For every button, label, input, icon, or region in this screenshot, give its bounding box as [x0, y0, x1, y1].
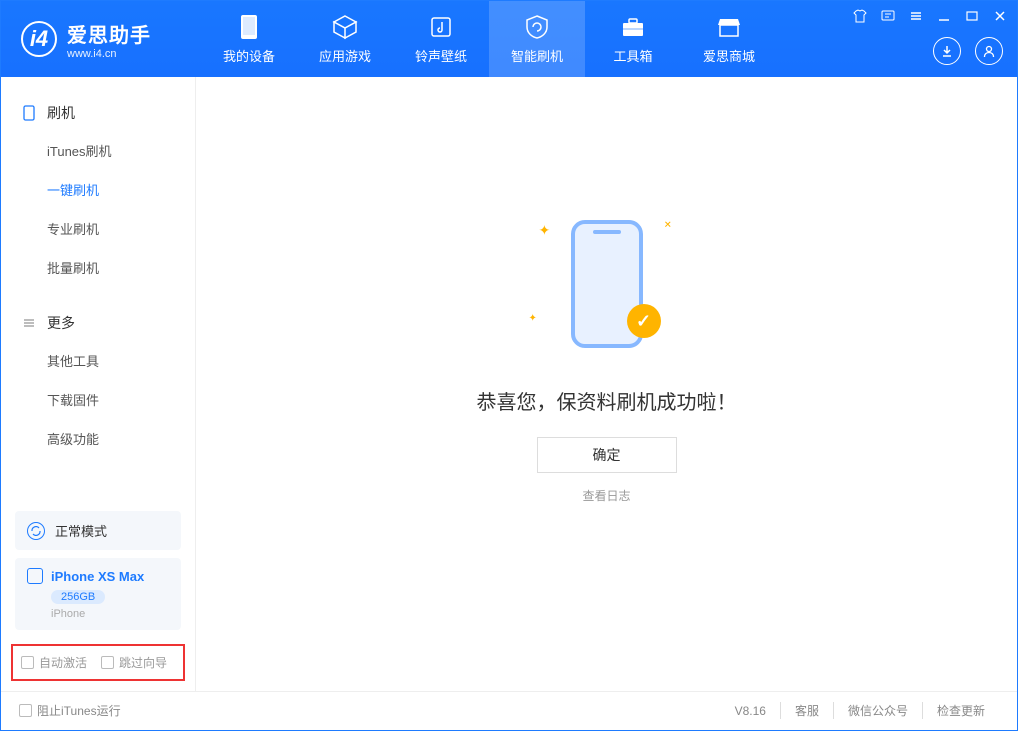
sidebar-item-batch[interactable]: 批量刷机: [1, 248, 195, 287]
feedback-icon[interactable]: [879, 7, 897, 25]
toolbox-icon: [619, 13, 647, 41]
music-icon: [427, 13, 455, 41]
main-content: ✦ + ✦ ✓ 恭喜您，保资料刷机成功啦！ 确定 查看日志: [196, 77, 1017, 691]
device-name: iPhone XS Max: [51, 569, 144, 584]
ok-button[interactable]: 确定: [537, 437, 677, 473]
list-icon: [21, 315, 37, 331]
tab-mydevice[interactable]: 我的设备: [201, 1, 297, 77]
tab-flash[interactable]: 智能刷机: [489, 1, 585, 77]
store-icon: [715, 13, 743, 41]
title-bar: i4 爱思助手 www.i4.cn 我的设备 应用游戏 铃声壁纸 智能刷机 工具…: [1, 1, 1017, 77]
tab-apps[interactable]: 应用游戏: [297, 1, 393, 77]
mode-box[interactable]: 正常模式: [15, 511, 181, 550]
sidebar: 刷机 iTunes刷机 一键刷机 专业刷机 批量刷机 更多 其他工具 下载固件 …: [1, 77, 196, 691]
sparkle-icon: +: [660, 215, 677, 232]
maximize-button[interactable]: [963, 7, 981, 25]
sidebar-item-pro[interactable]: 专业刷机: [1, 209, 195, 248]
app-subtitle: www.i4.cn: [67, 48, 151, 60]
sparkle-icon: ✦: [539, 222, 551, 239]
device-small-icon: [21, 105, 37, 121]
sidebar-item-itunes[interactable]: iTunes刷机: [1, 131, 195, 170]
sidebar-item-onekey[interactable]: 一键刷机: [1, 170, 195, 209]
user-controls: [933, 37, 1003, 65]
sparkle-icon: ✦: [529, 313, 537, 324]
device-icon: [27, 568, 43, 584]
sidebar-item-advanced[interactable]: 高级功能: [1, 419, 195, 458]
device-type: iPhone: [51, 608, 169, 620]
app-title: 爱思助手: [67, 19, 151, 48]
view-log-link[interactable]: 查看日志: [582, 487, 630, 504]
tshirt-icon[interactable]: [851, 7, 869, 25]
support-link[interactable]: 客服: [780, 702, 833, 719]
update-link[interactable]: 检查更新: [922, 702, 999, 719]
main-nav: 我的设备 应用游戏 铃声壁纸 智能刷机 工具箱 爱思商城: [201, 1, 777, 77]
refresh-shield-icon: [523, 13, 551, 41]
minimize-button[interactable]: [935, 7, 953, 25]
version-label: V8.16: [735, 704, 780, 718]
logo-icon: i4: [21, 21, 57, 57]
success-message: 恭喜您，保资料刷机成功啦！: [477, 386, 737, 415]
mode-label: 正常模式: [55, 521, 107, 540]
window-controls: [851, 7, 1009, 25]
status-bar: 阻止iTunes运行 V8.16 客服 微信公众号 检查更新: [1, 691, 1017, 729]
tab-ringtone[interactable]: 铃声壁纸: [393, 1, 489, 77]
options-row: 自动激活 跳过向导: [11, 644, 185, 681]
wechat-link[interactable]: 微信公众号: [833, 702, 922, 719]
device-box[interactable]: iPhone XS Max 256GB iPhone: [15, 558, 181, 630]
success-illustration: ✦ + ✦ ✓: [527, 204, 687, 364]
device-storage: 256GB: [51, 590, 105, 604]
close-button[interactable]: [991, 7, 1009, 25]
sidebar-group-flash: 刷机: [1, 95, 195, 131]
app-logo: i4 爱思助手 www.i4.cn: [1, 19, 201, 60]
menu-icon[interactable]: [907, 7, 925, 25]
checkbox-block-itunes[interactable]: 阻止iTunes运行: [19, 702, 121, 719]
sidebar-item-other[interactable]: 其他工具: [1, 341, 195, 380]
user-button[interactable]: [975, 37, 1003, 65]
check-badge-icon: ✓: [627, 304, 661, 338]
checkbox-auto-activate[interactable]: 自动激活: [21, 654, 87, 671]
cube-icon: [331, 13, 359, 41]
phone-icon: [235, 13, 263, 41]
download-button[interactable]: [933, 37, 961, 65]
sync-icon: [27, 522, 45, 540]
sidebar-item-firmware[interactable]: 下载固件: [1, 380, 195, 419]
tab-store[interactable]: 爱思商城: [681, 1, 777, 77]
sidebar-group-more: 更多: [1, 305, 195, 341]
checkbox-skip-guide[interactable]: 跳过向导: [101, 654, 167, 671]
tab-tools[interactable]: 工具箱: [585, 1, 681, 77]
